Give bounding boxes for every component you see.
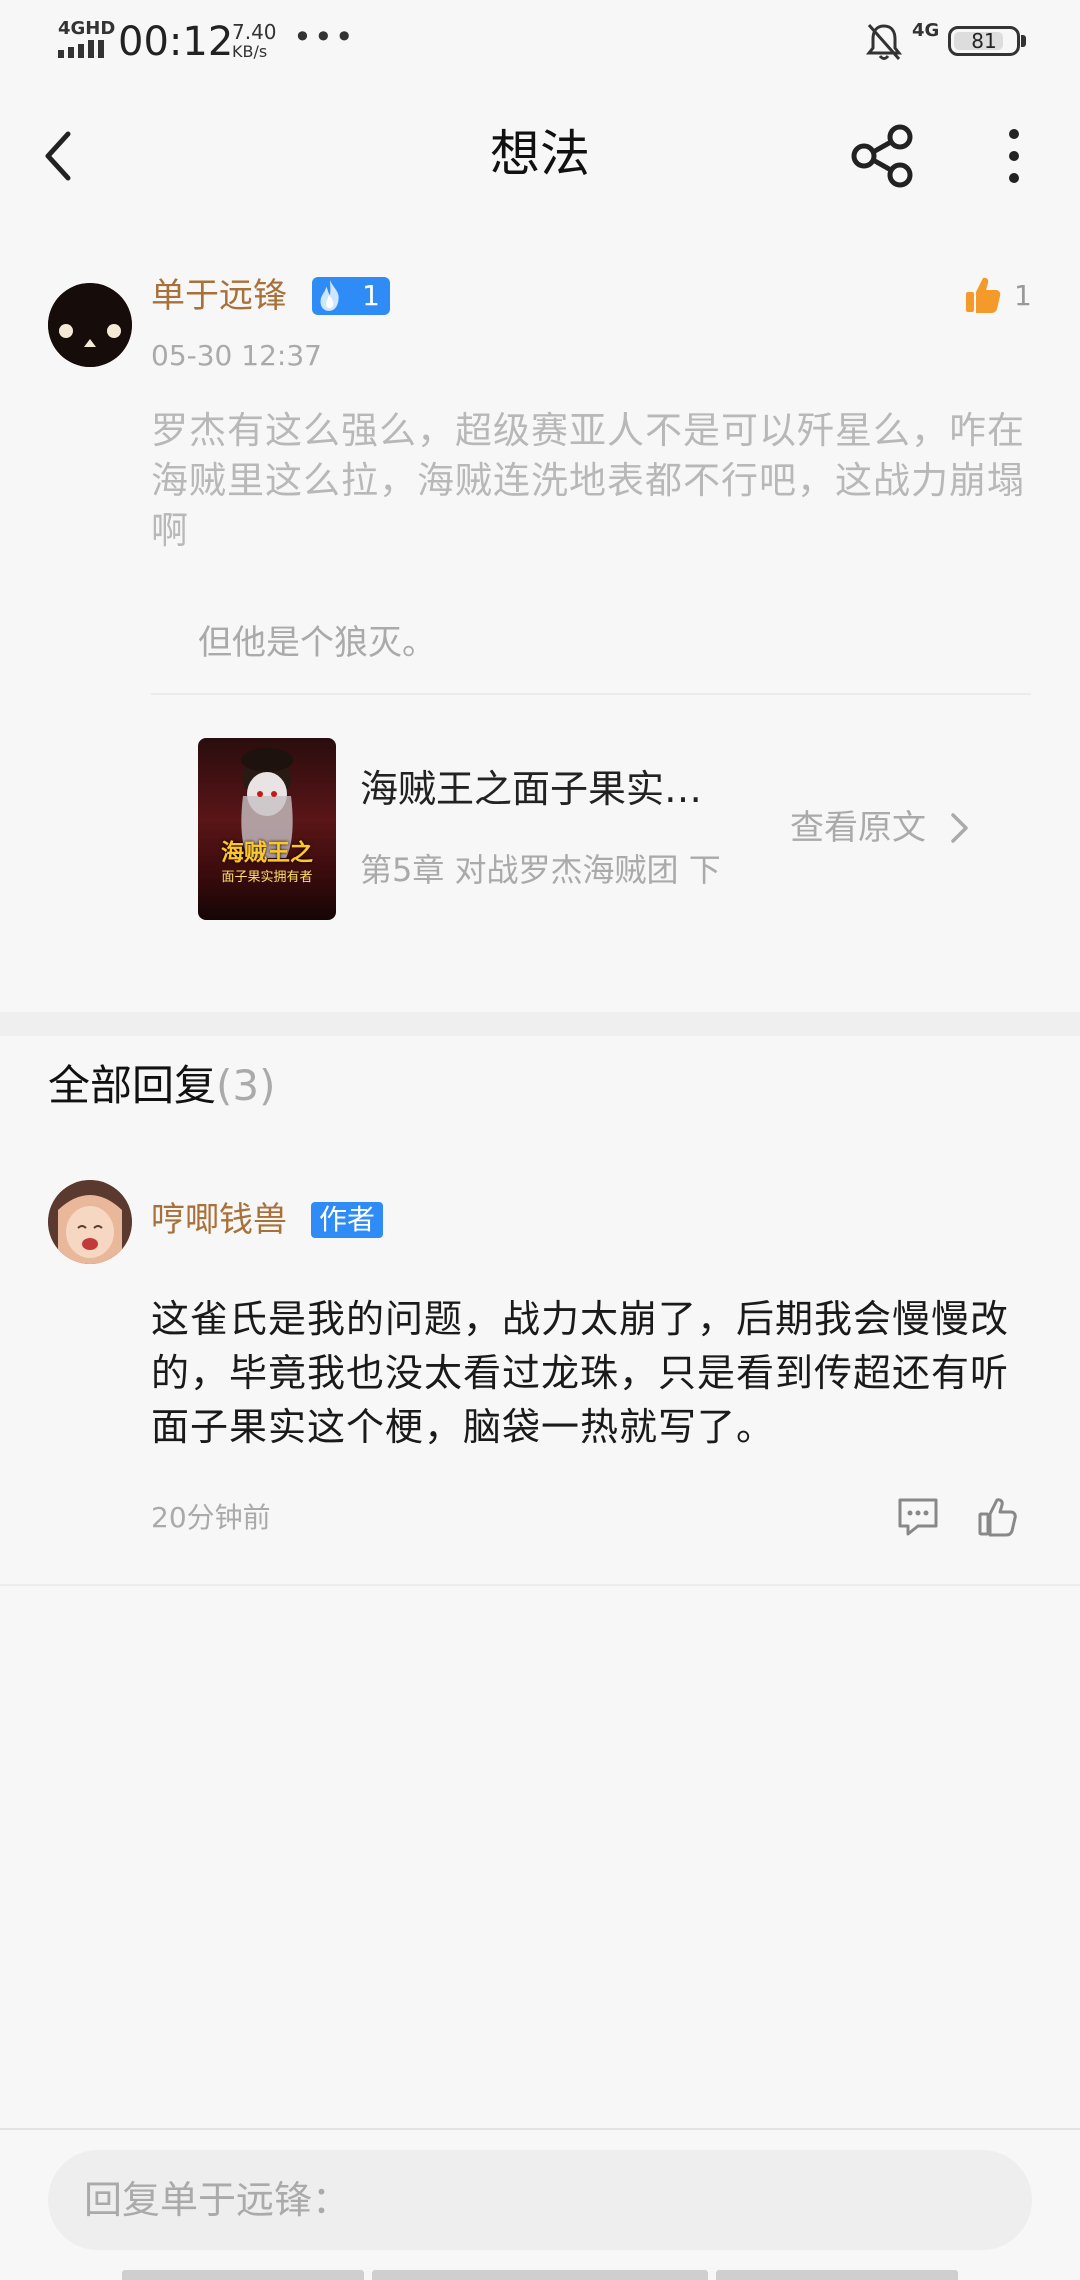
signal-icon: [58, 40, 104, 58]
fire-level-badge: 1: [312, 277, 390, 315]
replies-count: (3): [216, 1061, 276, 1110]
more-notifications-indicator: •••: [293, 18, 356, 56]
reply-input[interactable]: [48, 2150, 1032, 2250]
network-speed: 7.40 KB/s: [232, 22, 277, 62]
thumbs-up-outline-icon[interactable]: [978, 1496, 1018, 1538]
keyboard-hint-segment: [122, 2270, 364, 2280]
keyboard-hint-segment: [716, 2270, 958, 2280]
divider: [151, 693, 1031, 695]
book-cover-title: 海贼王之: [221, 839, 313, 866]
flame-icon: [320, 280, 339, 311]
fire-level-number: 1: [362, 279, 380, 312]
divider: [0, 1584, 1080, 1586]
battery-cap: [1021, 35, 1026, 47]
book-cover-subtitle: 面子果实拥有者: [221, 870, 313, 885]
battery-percent: 81: [971, 29, 997, 53]
network-type: 4GHD: [58, 18, 116, 39]
reply-text: 这雀氏是我的问题，战力太崩了，后期我会慢慢改的，毕竟我也没太看过龙珠，只是看到传…: [151, 1297, 1010, 1449]
share-icon[interactable]: [846, 120, 918, 192]
chevron-right-icon[interactable]: [948, 810, 970, 846]
quoted-text: 但他是个狼灭。: [198, 623, 436, 663]
replies-heading: 全部回复(3): [48, 1056, 276, 1116]
comment-icon[interactable]: [896, 1496, 940, 1538]
reply-time: 20分钟前: [151, 1501, 271, 1534]
more-vertical-icon[interactable]: [990, 120, 1038, 192]
book-cover: 海贼王之 面子果实拥有者: [198, 738, 336, 920]
post-author-name[interactable]: 单于远锋: [151, 272, 287, 320]
reply-author-avatar[interactable]: [48, 1180, 132, 1264]
author-badge: 作者: [311, 1202, 383, 1238]
post-date: 05-30 12:37: [151, 339, 322, 372]
thumbs-up-icon[interactable]: [965, 275, 1001, 315]
page-title: 想法: [490, 125, 590, 183]
network-speed-value: 7.40: [232, 20, 277, 44]
status-time: 00:12: [118, 19, 234, 65]
book-title: 海贼王之面子果实…: [360, 767, 703, 811]
replies-heading-label: 全部回复: [48, 1061, 217, 1110]
book-chapter: 第5章 对战罗杰海贼团 下: [360, 851, 721, 889]
view-original-link[interactable]: 查看原文: [790, 804, 926, 852]
keyboard-hint-segment: [372, 2270, 708, 2280]
network-speed-unit: KB/s: [232, 42, 268, 61]
mobile-data-indicator: 4G: [912, 20, 940, 41]
bottom-bar-divider: [0, 2128, 1080, 2130]
bell-muted-icon: [866, 24, 902, 60]
author-avatar[interactable]: [48, 283, 132, 367]
post-text: 罗杰有这么强么，超级赛亚人不是可以歼星么，咋在海贼里这么拉，海贼连洗地表都不行吧…: [151, 409, 1025, 552]
reply-author-name[interactable]: 哼唧钱兽: [151, 1196, 287, 1244]
battery-icon: 81: [948, 26, 1020, 56]
book-cover-art: [241, 748, 293, 858]
section-separator: [0, 1012, 1080, 1036]
post-like-count: 1: [1014, 279, 1032, 312]
